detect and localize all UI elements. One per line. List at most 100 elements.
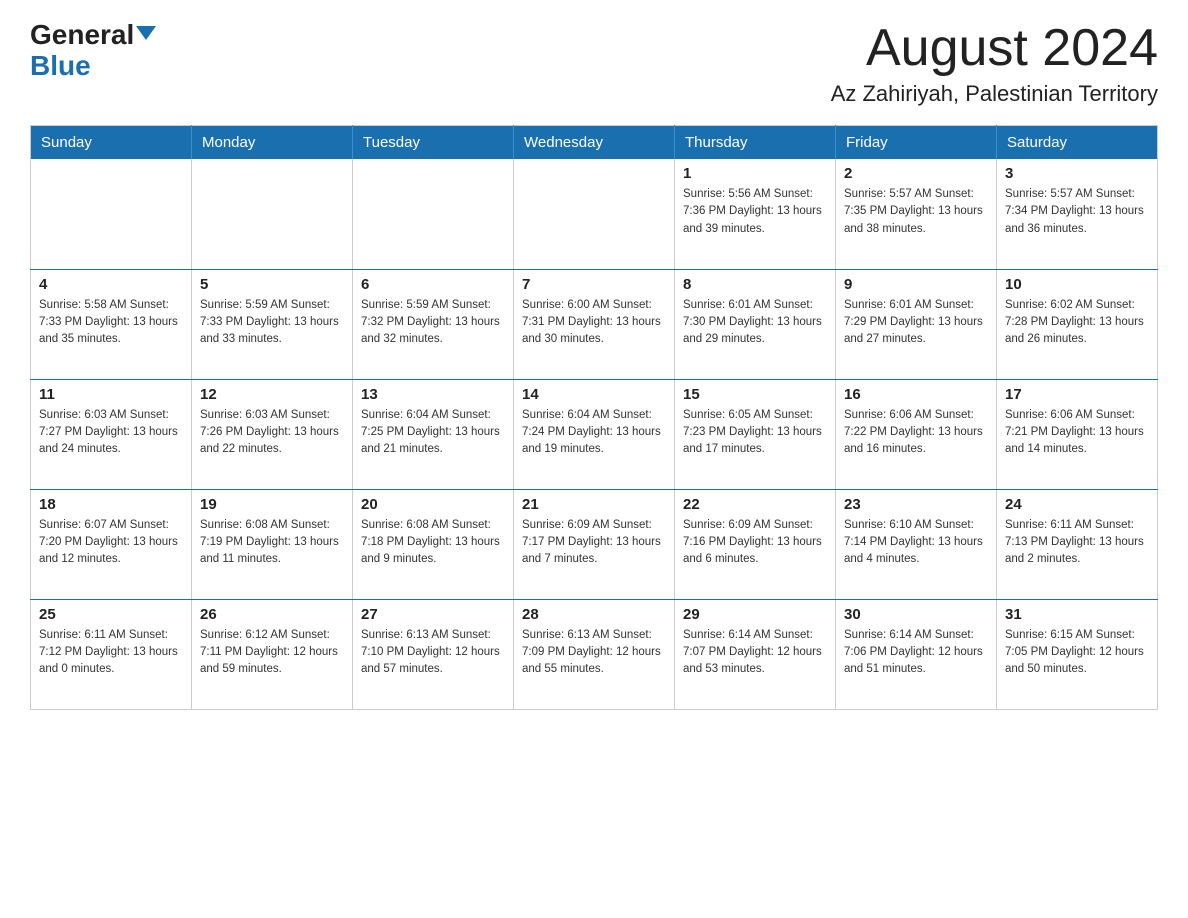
calendar-cell: 13Sunrise: 6:04 AM Sunset: 7:25 PM Dayli… xyxy=(353,379,514,489)
day-info: Sunrise: 6:08 AM Sunset: 7:18 PM Dayligh… xyxy=(361,517,505,569)
calendar-cell: 10 Sunrise: 6:02 AM Sunset: 7:28 PM Dayli… xyxy=(997,269,1158,379)
day-info: Sunrise: 6:04 AM Sunset: 7:24 PM Dayligh… xyxy=(522,407,666,459)
day-number: 5 xyxy=(200,276,344,293)
day-info: Sunrise: 6:00 AM Sunset: 7:31 PM Dayligh… xyxy=(522,297,666,349)
calendar-cell: 19 Sunrise: 6:08 AM Sunset: 7:19 PM Dayli… xyxy=(192,489,353,599)
day-number: 16 xyxy=(844,386,988,403)
day-info: Sunrise: 6:10 AM Sunset: 7:14 PM Dayligh… xyxy=(844,517,988,569)
calendar-cell: 30 Sunrise: 6:14 AM Sunset: 7:06 PM Dayli… xyxy=(836,599,997,709)
day-info: Sunrise: 6:03 AM Sunset: 7:27 PM Dayligh… xyxy=(39,407,183,459)
calendar-cell: 28 Sunrise: 6:13 AM Sunset: 7:09 PM Dayli… xyxy=(514,599,675,709)
logo-text: GeneralBlue xyxy=(30,20,156,82)
day-number: 28 xyxy=(522,606,666,623)
calendar-cell: 31 Sunrise: 6:15 AM Sunset: 7:05 PM Dayli… xyxy=(997,599,1158,709)
calendar-cell xyxy=(353,159,514,269)
calendar-week-row: 18Sunrise: 6:07 AM Sunset: 7:20 PM Dayli… xyxy=(31,489,1158,599)
day-info: Sunrise: 6:14 AM Sunset: 7:07 PM Dayligh… xyxy=(683,627,827,679)
day-number: 22 xyxy=(683,496,827,513)
day-number: 27 xyxy=(361,606,505,623)
calendar-cell: 8Sunrise: 6:01 AM Sunset: 7:30 PM Daylig… xyxy=(675,269,836,379)
day-number: 30 xyxy=(844,606,988,623)
calendar-cell: 4 Sunrise: 5:58 AM Sunset: 7:33 PM Daylig… xyxy=(31,269,192,379)
day-info: Sunrise: 5:59 AM Sunset: 7:33 PM Dayligh… xyxy=(200,297,344,349)
calendar-cell: 1Sunrise: 5:56 AM Sunset: 7:36 PM Daylig… xyxy=(675,159,836,269)
day-info: Sunrise: 6:11 AM Sunset: 7:12 PM Dayligh… xyxy=(39,627,183,679)
day-info: Sunrise: 6:11 AM Sunset: 7:13 PM Dayligh… xyxy=(1005,517,1149,569)
day-number: 3 xyxy=(1005,165,1149,182)
day-number: 21 xyxy=(522,496,666,513)
calendar-cell: 29 Sunrise: 6:14 AM Sunset: 7:07 PM Dayli… xyxy=(675,599,836,709)
weekday-header-saturday: Saturday xyxy=(997,126,1158,160)
calendar-cell: 6 Sunrise: 5:59 AM Sunset: 7:32 PM Daylig… xyxy=(353,269,514,379)
calendar-cell: 9 Sunrise: 6:01 AM Sunset: 7:29 PM Daylig… xyxy=(836,269,997,379)
calendar-cell: 22 Sunrise: 6:09 AM Sunset: 7:16 PM Dayli… xyxy=(675,489,836,599)
day-info: Sunrise: 6:09 AM Sunset: 7:17 PM Dayligh… xyxy=(522,517,666,569)
day-number: 25 xyxy=(39,606,183,623)
day-number: 7 xyxy=(522,276,666,293)
calendar-cell: 14 Sunrise: 6:04 AM Sunset: 7:24 PM Dayli… xyxy=(514,379,675,489)
day-number: 17 xyxy=(1005,386,1149,403)
calendar-cell: 3 Sunrise: 5:57 AM Sunset: 7:34 PM Daylig… xyxy=(997,159,1158,269)
calendar-week-row: 4 Sunrise: 5:58 AM Sunset: 7:33 PM Daylig… xyxy=(31,269,1158,379)
weekday-header-sunday: Sunday xyxy=(31,126,192,160)
day-number: 15 xyxy=(683,386,827,403)
calendar-cell xyxy=(192,159,353,269)
calendar-cell xyxy=(514,159,675,269)
day-number: 8 xyxy=(683,276,827,293)
weekday-header-wednesday: Wednesday xyxy=(514,126,675,160)
day-number: 4 xyxy=(39,276,183,293)
day-number: 6 xyxy=(361,276,505,293)
calendar-cell: 18Sunrise: 6:07 AM Sunset: 7:20 PM Dayli… xyxy=(31,489,192,599)
day-info: Sunrise: 5:58 AM Sunset: 7:33 PM Dayligh… xyxy=(39,297,183,349)
day-info: Sunrise: 6:04 AM Sunset: 7:25 PM Dayligh… xyxy=(361,407,505,459)
day-info: Sunrise: 6:15 AM Sunset: 7:05 PM Dayligh… xyxy=(1005,627,1149,679)
logo-triangle-icon xyxy=(136,26,156,40)
day-info: Sunrise: 6:03 AM Sunset: 7:26 PM Dayligh… xyxy=(200,407,344,459)
day-info: Sunrise: 6:01 AM Sunset: 7:29 PM Dayligh… xyxy=(844,297,988,349)
calendar-cell: 26 Sunrise: 6:12 AM Sunset: 7:11 PM Dayli… xyxy=(192,599,353,709)
day-info: Sunrise: 6:06 AM Sunset: 7:21 PM Dayligh… xyxy=(1005,407,1149,459)
day-info: Sunrise: 5:59 AM Sunset: 7:32 PM Dayligh… xyxy=(361,297,505,349)
day-info: Sunrise: 6:09 AM Sunset: 7:16 PM Dayligh… xyxy=(683,517,827,569)
calendar-cell: 16 Sunrise: 6:06 AM Sunset: 7:22 PM Dayli… xyxy=(836,379,997,489)
day-number: 12 xyxy=(200,386,344,403)
day-number: 26 xyxy=(200,606,344,623)
weekday-header-row: SundayMondayTuesdayWednesdayThursdayFrid… xyxy=(31,126,1158,160)
day-number: 31 xyxy=(1005,606,1149,623)
calendar-cell: 27Sunrise: 6:13 AM Sunset: 7:10 PM Dayli… xyxy=(353,599,514,709)
day-info: Sunrise: 6:08 AM Sunset: 7:19 PM Dayligh… xyxy=(200,517,344,569)
day-info: Sunrise: 6:06 AM Sunset: 7:22 PM Dayligh… xyxy=(844,407,988,459)
day-number: 23 xyxy=(844,496,988,513)
calendar-cell: 17 Sunrise: 6:06 AM Sunset: 7:21 PM Dayli… xyxy=(997,379,1158,489)
day-number: 24 xyxy=(1005,496,1149,513)
day-info: Sunrise: 5:56 AM Sunset: 7:36 PM Dayligh… xyxy=(683,186,827,238)
weekday-header-tuesday: Tuesday xyxy=(353,126,514,160)
calendar-cell: 2Sunrise: 5:57 AM Sunset: 7:35 PM Daylig… xyxy=(836,159,997,269)
calendar-cell: 24 Sunrise: 6:11 AM Sunset: 7:13 PM Dayli… xyxy=(997,489,1158,599)
logo: GeneralBlue xyxy=(30,20,156,82)
calendar-week-row: 25 Sunrise: 6:11 AM Sunset: 7:12 PM Dayli… xyxy=(31,599,1158,709)
day-number: 11 xyxy=(39,386,183,403)
day-number: 10 xyxy=(1005,276,1149,293)
day-number: 9 xyxy=(844,276,988,293)
calendar-cell: 23 Sunrise: 6:10 AM Sunset: 7:14 PM Dayli… xyxy=(836,489,997,599)
day-number: 19 xyxy=(200,496,344,513)
day-info: Sunrise: 6:02 AM Sunset: 7:28 PM Dayligh… xyxy=(1005,297,1149,349)
calendar-cell: 20 Sunrise: 6:08 AM Sunset: 7:18 PM Dayli… xyxy=(353,489,514,599)
day-info: Sunrise: 6:13 AM Sunset: 7:09 PM Dayligh… xyxy=(522,627,666,679)
day-info: Sunrise: 6:07 AM Sunset: 7:20 PM Dayligh… xyxy=(39,517,183,569)
weekday-header-thursday: Thursday xyxy=(675,126,836,160)
day-info: Sunrise: 5:57 AM Sunset: 7:34 PM Dayligh… xyxy=(1005,186,1149,238)
calendar-week-row: 11 Sunrise: 6:03 AM Sunset: 7:27 PM Dayli… xyxy=(31,379,1158,489)
day-info: Sunrise: 6:12 AM Sunset: 7:11 PM Dayligh… xyxy=(200,627,344,679)
weekday-header-friday: Friday xyxy=(836,126,997,160)
day-number: 14 xyxy=(522,386,666,403)
logo-blue-text: Blue xyxy=(30,50,91,81)
calendar-week-row: 1Sunrise: 5:56 AM Sunset: 7:36 PM Daylig… xyxy=(31,159,1158,269)
calendar-cell: 11 Sunrise: 6:03 AM Sunset: 7:27 PM Dayli… xyxy=(31,379,192,489)
calendar-cell: 12 Sunrise: 6:03 AM Sunset: 7:26 PM Dayli… xyxy=(192,379,353,489)
day-number: 29 xyxy=(683,606,827,623)
day-info: Sunrise: 6:05 AM Sunset: 7:23 PM Dayligh… xyxy=(683,407,827,459)
day-info: Sunrise: 6:14 AM Sunset: 7:06 PM Dayligh… xyxy=(844,627,988,679)
day-number: 20 xyxy=(361,496,505,513)
